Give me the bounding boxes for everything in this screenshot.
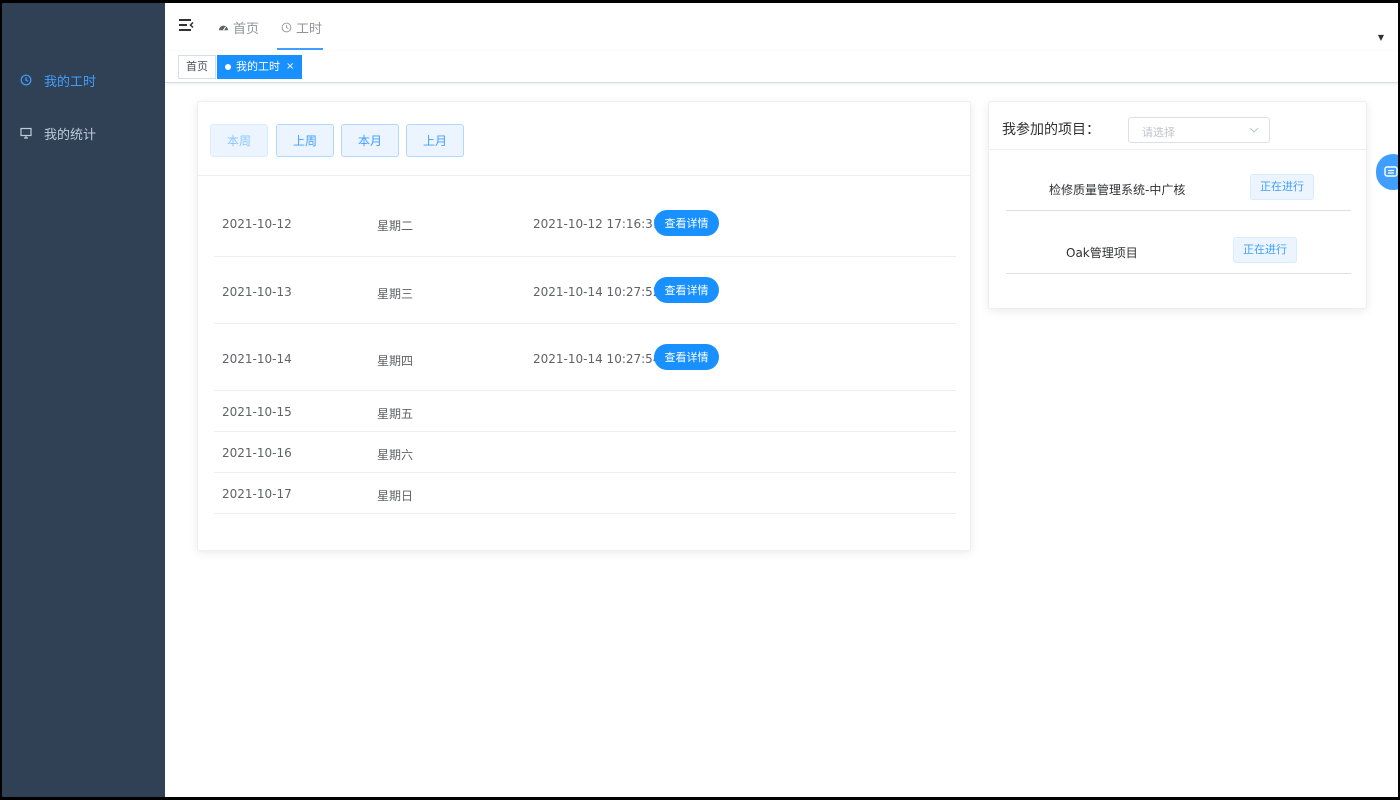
dashboard-icon — [218, 22, 229, 33]
this-week-button[interactable]: 本周 — [210, 124, 268, 157]
submitted-time-cell: 2021-10-12 17:16:31 — [533, 217, 661, 231]
tag-label: 我的工时 — [236, 60, 280, 73]
table-row: 2021-10-17 星期日 — [214, 473, 956, 514]
date-cell: 2021-10-14 — [222, 352, 292, 366]
tab-label: 首页 — [233, 21, 260, 37]
divider — [1006, 210, 1351, 211]
project-name: Oak管理项目 — [1066, 246, 1138, 260]
view-detail-button[interactable]: 查看详情 — [654, 277, 719, 303]
view-detail-button[interactable]: 查看详情 — [654, 210, 719, 236]
hamburger-icon[interactable] — [178, 17, 194, 33]
table-row: 2021-10-15 星期五 — [214, 391, 956, 432]
tags-view: 首页 我的工时 × — [165, 51, 1398, 83]
active-tab-indicator — [277, 48, 323, 50]
monitor-icon — [20, 127, 32, 139]
projects-title: 我参加的项目： — [1002, 122, 1100, 138]
weekday-cell: 星期二 — [377, 219, 414, 233]
clock-icon — [20, 74, 32, 86]
submitted-time-cell: 2021-10-14 10:27:52 — [533, 285, 661, 299]
navbar: 首页 工时 ▼ — [165, 3, 1398, 51]
chevron-down-icon — [1249, 124, 1259, 134]
weekday-cell: 星期三 — [377, 287, 414, 301]
date-cell: 2021-10-13 — [222, 285, 292, 299]
active-dot — [225, 64, 231, 70]
tag-my-hours[interactable]: 我的工时 × — [217, 55, 303, 79]
sidebar-item-my-stats[interactable]: 我的统计 — [2, 108, 165, 158]
app-window: 我的工时 我的统计 首页 工时 ▼ 首页 我的工时 × 本周 上周 本月 上月 … — [2, 3, 1398, 797]
tag-home[interactable]: 首页 — [178, 55, 216, 79]
this-month-button[interactable]: 本月 — [341, 124, 399, 157]
date-cell: 2021-10-15 — [222, 405, 292, 419]
projects-card: 我参加的项目： 请选择 检修质量管理系统-中广核 正在进行 Oak管理项目 正在… — [988, 101, 1367, 309]
tag-label: 首页 — [186, 60, 208, 73]
tab-hours[interactable]: 工时 — [281, 3, 322, 51]
project-name: 检修质量管理系统-中广核 — [1049, 183, 1186, 197]
projects-header: 我参加的项目： 请选择 — [989, 102, 1366, 150]
clock-icon — [281, 22, 292, 33]
date-cell: 2021-10-12 — [222, 217, 292, 231]
table-row: 2021-10-13 星期三 2021-10-14 10:27:52 查看详情 — [214, 257, 956, 324]
table-row: 2021-10-12 星期二 2021-10-12 17:16:31 查看详情 — [214, 192, 956, 257]
sidebar-item-label: 我的统计 — [44, 127, 97, 143]
submitted-time-cell: 2021-10-14 10:27:54 — [533, 352, 661, 366]
weekday-cell: 星期四 — [377, 354, 414, 368]
close-icon[interactable]: × — [286, 56, 294, 78]
tab-home[interactable]: 首页 — [218, 3, 259, 51]
tab-label: 工时 — [296, 21, 323, 37]
sidebar-item-label: 我的工时 — [44, 74, 97, 90]
last-week-button[interactable]: 上周 — [276, 124, 334, 157]
date-cell: 2021-10-16 — [222, 446, 292, 460]
select-placeholder: 请选择 — [1142, 126, 1175, 139]
date-cell: 2021-10-17 — [222, 487, 292, 501]
weekday-cell: 星期五 — [377, 407, 414, 421]
sidebar-item-my-hours[interactable]: 我的工时 — [2, 55, 165, 105]
sidebar: 我的工时 我的统计 — [2, 3, 165, 797]
divider — [1006, 273, 1351, 274]
weekday-cell: 星期六 — [377, 448, 414, 462]
worklog-card: 本周 上周 本月 上月 2021-10-12 星期二 2021-10-12 17… — [197, 101, 971, 551]
chat-icon[interactable] — [1376, 154, 1398, 190]
period-selector: 本周 上周 本月 上月 — [198, 102, 970, 176]
project-select[interactable]: 请选择 — [1128, 117, 1270, 143]
last-month-button[interactable]: 上月 — [406, 124, 464, 157]
status-badge: 正在进行 — [1250, 174, 1314, 200]
status-badge: 正在进行 — [1233, 237, 1297, 263]
caret-down-icon[interactable]: ▼ — [1378, 33, 1384, 42]
table-row: 2021-10-16 星期六 — [214, 432, 956, 473]
view-detail-button[interactable]: 查看详情 — [654, 344, 719, 370]
table-row: 2021-10-14 星期四 2021-10-14 10:27:54 查看详情 — [214, 324, 956, 391]
weekday-cell: 星期日 — [377, 489, 414, 503]
